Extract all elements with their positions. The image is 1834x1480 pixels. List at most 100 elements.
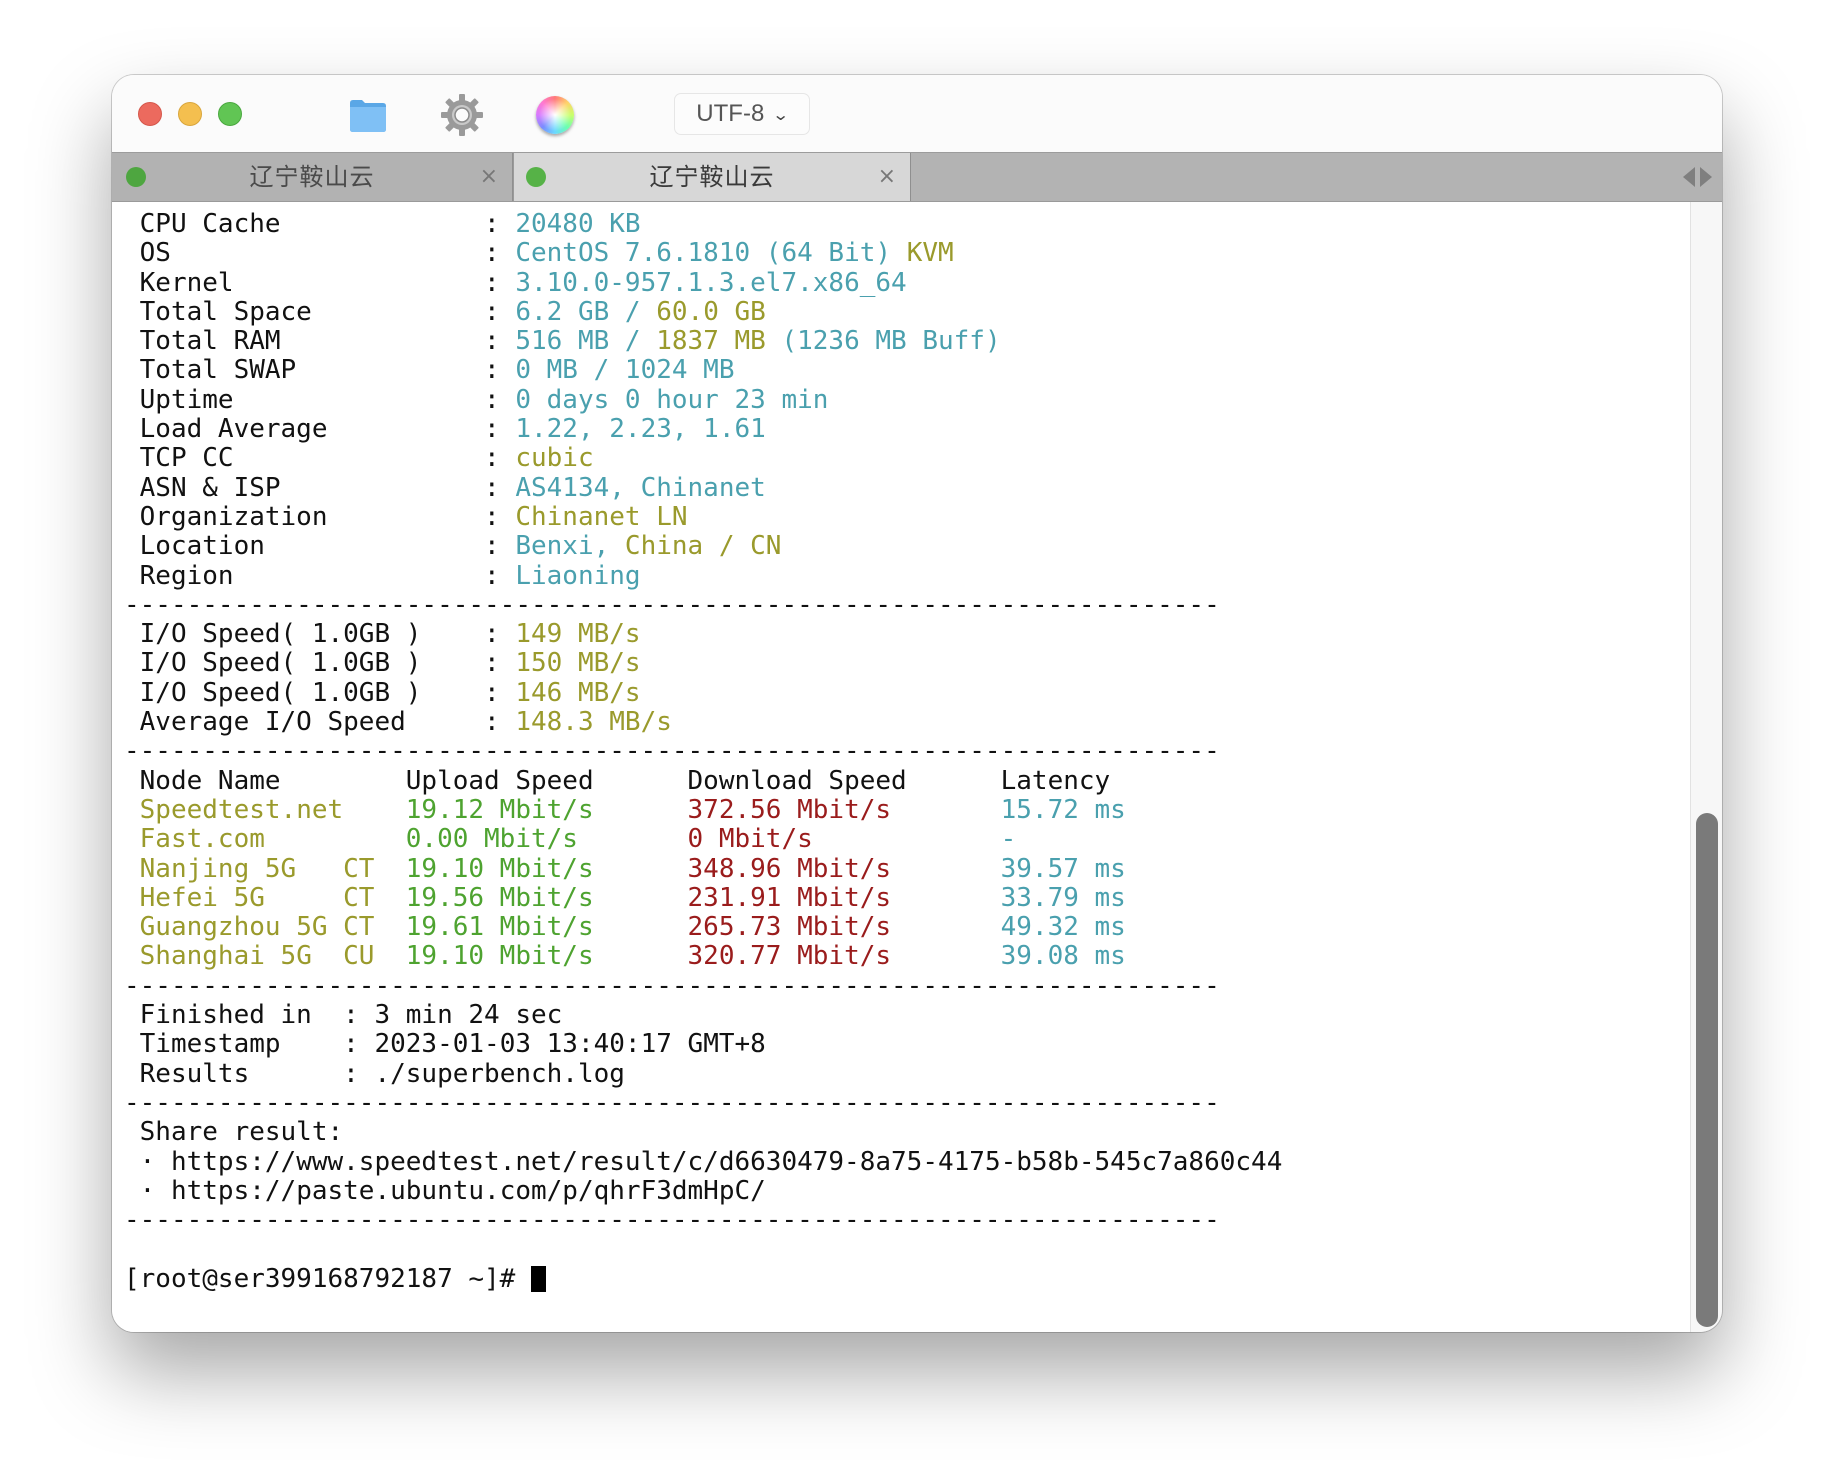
separator-line: ----------------------------------------… [124,971,1282,1001]
text-cursor [531,1265,546,1292]
info-label: Total Space [124,296,485,327]
colon: : [484,677,516,708]
tab-prev-arrow-icon[interactable] [1683,167,1695,187]
colon: : [484,707,516,738]
info-row: TCP CC : cubic [124,444,1282,473]
info-label: Organization [124,501,485,532]
tab-bar: 辽宁鞍山云 × 辽宁鞍山云 × [112,153,1722,202]
info-value: cubic [515,443,594,474]
io-label: I/O Speed( 1.0GB ) [124,648,485,679]
summary-row: Finished in : 3 min 24 sec [124,1000,1282,1031]
close-tab-icon[interactable]: × [878,153,896,201]
tab-1[interactable]: 辽宁鞍山云 × [112,153,513,201]
tab-title: 辽宁鞍山云 [249,163,375,191]
io-row: Average I/O Speed : 148.3 MB/s [124,707,1282,738]
node-name: Shanghai 5G CU [139,941,406,972]
chevron-down-icon: ⌄ [772,107,790,124]
zoom-window-button[interactable] [218,102,242,126]
info-label: Total RAM [124,326,485,357]
scrollbar-thumb[interactable] [1696,813,1718,1327]
colon: : [484,238,516,269]
terminal-content[interactable]: CPU Cache : 20480 KB OS : CentOS 7.6.181… [112,202,1690,1332]
colon: : [484,531,516,562]
upload-speed: 19.10 Mbit/s [405,853,688,884]
info-value: 20480 KB [515,209,641,239]
upload-speed: 19.12 Mbit/s [405,794,688,825]
close-window-button[interactable] [138,102,162,126]
close-tab-icon[interactable]: × [480,153,498,201]
colon: : [484,501,516,532]
share-url: https://paste.ubuntu.com/p/qhrF3dmHpC/ [170,1175,766,1206]
share-link: · https://paste.ubuntu.com/p/qhrF3dmHpC/ [124,1175,1282,1206]
minimize-window-button[interactable] [178,102,202,126]
speed-table-row: Speedtest.net 19.12 Mbit/s 372.56 Mbit/s… [124,794,1282,825]
summary-label: Timestamp [124,1029,344,1060]
download-speed: 265.73 Mbit/s [687,912,1001,943]
info-row: Uptime : 0 days 0 hour 23 min [124,384,1282,415]
download-speed: 320.77 Mbit/s [687,941,1001,972]
tab-next-arrow-icon[interactable] [1700,167,1712,187]
colon: : [484,384,516,415]
io-value: 150 MB/s [515,648,641,679]
node-name: Fast.com [139,824,406,855]
bullet: · [124,1175,171,1206]
upload-speed: 0.00 Mbit/s [405,824,688,855]
info-row: Region : Liaoning [124,560,1282,591]
info-value: CentOS 7.6.1810 (64 Bit) [515,238,907,269]
io-value: 146 MB/s [515,677,641,708]
speed-table-header: Node Name Upload Speed Download Speed La… [124,765,1282,796]
info-row: OS : CentOS 7.6.1810 (64 Bit) KVM [124,239,1282,268]
colon: : [484,560,516,591]
info-value: 1837 MB [656,326,766,357]
summary-row: Timestamp : 2023-01-03 13:40:17 GMT+8 [124,1030,1282,1059]
info-label: Uptime [124,384,485,415]
info-label: CPU Cache [124,209,485,239]
info-label: Total SWAP [124,355,485,386]
info-row: CPU Cache : 20480 KB [124,209,1282,239]
scrollbar[interactable] [1690,202,1722,1332]
info-label: Kernel [124,267,485,298]
header-latency: Latency [1000,765,1111,796]
title-bar: UTF-8 ⌄ [112,75,1722,153]
colon: : [343,1000,375,1031]
info-label: ASN & ISP [124,472,485,503]
color-wheel-icon[interactable] [536,96,574,134]
info-value: 0 days 0 hour 23 min [515,384,829,415]
separator: ----------------------------------------… [124,589,1220,620]
separator: ----------------------------------------… [124,1087,1220,1118]
folder-icon[interactable] [348,97,388,133]
share-title-text: Share result: [124,1117,344,1148]
latency: 33.79 ms [1000,882,1126,913]
io-label: Average I/O Speed [124,707,485,738]
info-label: Location [124,531,485,562]
latency: 39.57 ms [1000,853,1126,884]
info-row: Total Space : 6.2 GB / 60.0 GB [124,296,1282,327]
colon: : [343,1029,375,1060]
io-value: 149 MB/s [515,619,641,650]
speed-table-row: Fast.com 0.00 Mbit/s 0 Mbit/s - [124,825,1282,854]
gear-icon[interactable] [439,92,485,138]
info-value: KVM [906,238,954,269]
encoding-dropdown[interactable]: UTF-8 ⌄ [674,93,810,135]
tab-2-active[interactable]: 辽宁鞍山云 × [513,153,911,201]
info-row: Kernel : 3.10.0-957.1.3.el7.x86_64 [124,267,1282,298]
upload-speed: 19.61 Mbit/s [405,912,688,943]
info-value: 60.0 GB [656,296,766,327]
info-row: ASN & ISP : AS4134, Chinanet [124,472,1282,503]
info-row: Total RAM : 516 MB / 1837 MB (1236 MB Bu… [124,327,1282,356]
info-label: OS [124,238,485,269]
speed-table-row: Nanjing 5G CT 19.10 Mbit/s 348.96 Mbit/s… [124,853,1282,884]
colon: : [484,443,516,474]
latency: 39.08 ms [1000,941,1126,972]
summary-label: Results [124,1058,344,1089]
terminal-window: UTF-8 ⌄ 辽宁鞍山云 × 辽宁鞍山云 × CPU Cache : 2048… [112,75,1722,1332]
speed-table-row: Guangzhou 5G CT 19.61 Mbit/s 265.73 Mbit… [124,912,1282,943]
prompt-line: [root@ser399168792187 ~]# [124,1264,1282,1294]
colon: : [484,326,516,357]
share-url: https://www.speedtest.net/result/c/d6630… [170,1146,1283,1177]
info-value: 6.2 GB / [515,296,657,327]
info-value: (1236 MB Buff) [765,326,1001,357]
